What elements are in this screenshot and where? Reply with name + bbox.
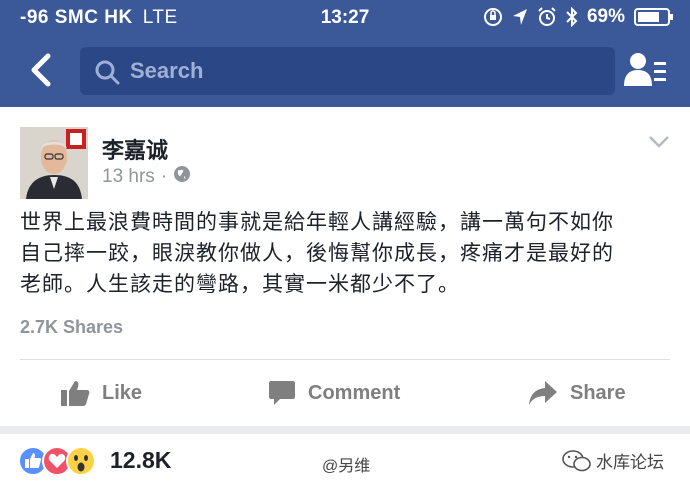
back-arrow-icon	[31, 53, 51, 87]
meta-separator: ·	[160, 166, 168, 187]
alarm-icon	[537, 7, 557, 27]
post-options-button[interactable]	[648, 135, 670, 154]
back-button[interactable]	[22, 50, 62, 90]
wechat-icon	[562, 449, 591, 471]
status-icons: 69%	[483, 6, 674, 28]
post-card: 李嘉诚 13 hrs · 世界上最浪費時間的事就是給年輕人講經驗，講一萬句不如你…	[0, 107, 690, 426]
search-placeholder: Search	[130, 58, 204, 83]
battery-icon	[634, 7, 674, 27]
post-text: 世界上最浪費時間的事就是給年輕人講經驗，講一萬句不如你 自己摔一跤，眼淚教你做人…	[20, 207, 680, 300]
orientation-lock-icon	[483, 7, 503, 27]
reaction-icons	[18, 446, 96, 481]
post-meta: 13 hrs ·	[102, 165, 191, 189]
chevron-down-icon	[649, 136, 669, 148]
share-arrow-icon	[529, 381, 557, 405]
globe-icon	[173, 165, 191, 189]
divider	[20, 359, 670, 360]
search-icon	[94, 59, 120, 90]
navigation-bar: -96 SMC HK LTE 13:27 69% Search	[0, 0, 690, 107]
like-button[interactable]: Like	[60, 373, 142, 413]
share-button[interactable]: Share	[528, 373, 626, 413]
author-name[interactable]: 李嘉诚	[102, 133, 168, 165]
like-label: Like	[102, 381, 143, 404]
reaction-count[interactable]: 12.8K	[110, 447, 171, 474]
wow-reaction-icon	[66, 446, 96, 481]
post-text-line: 世界上最浪費時間的事就是給年輕人講經驗，講一萬句不如你	[20, 210, 614, 234]
forum-watermark-text: 水库论坛	[596, 453, 664, 472]
forum-watermark: 水库论坛	[562, 448, 664, 473]
search-input[interactable]: Search	[80, 47, 615, 95]
comment-icon	[269, 381, 295, 405]
post-text-line: 自己摔一跤，眼淚教你做人，後悔幫你成長，疼痛才是最好的	[20, 241, 614, 265]
location-icon	[512, 8, 528, 26]
post-timestamp[interactable]: 13 hrs	[102, 166, 155, 188]
comment-button[interactable]: Comment	[268, 373, 400, 413]
comment-label: Comment	[308, 381, 401, 404]
friend-requests-icon	[624, 53, 666, 86]
share-label: Share	[570, 381, 626, 404]
friend-requests-button[interactable]	[624, 50, 668, 90]
thumbs-up-icon	[61, 381, 90, 406]
shares-count[interactable]: 2.7K Shares	[20, 317, 123, 338]
status-bar: -96 SMC HK LTE 13:27 69%	[0, 0, 690, 36]
reactions-bar[interactable]: 12.8K @另维 水库论坛	[0, 434, 690, 489]
weibo-watermark: @另维	[322, 458, 371, 475]
bluetooth-icon	[566, 7, 578, 27]
avatar[interactable]	[20, 127, 88, 199]
post-text-line: 老師。人生該走的彎路，其實一米都少不了。	[20, 272, 460, 296]
battery-percent: 69%	[586, 6, 625, 27]
